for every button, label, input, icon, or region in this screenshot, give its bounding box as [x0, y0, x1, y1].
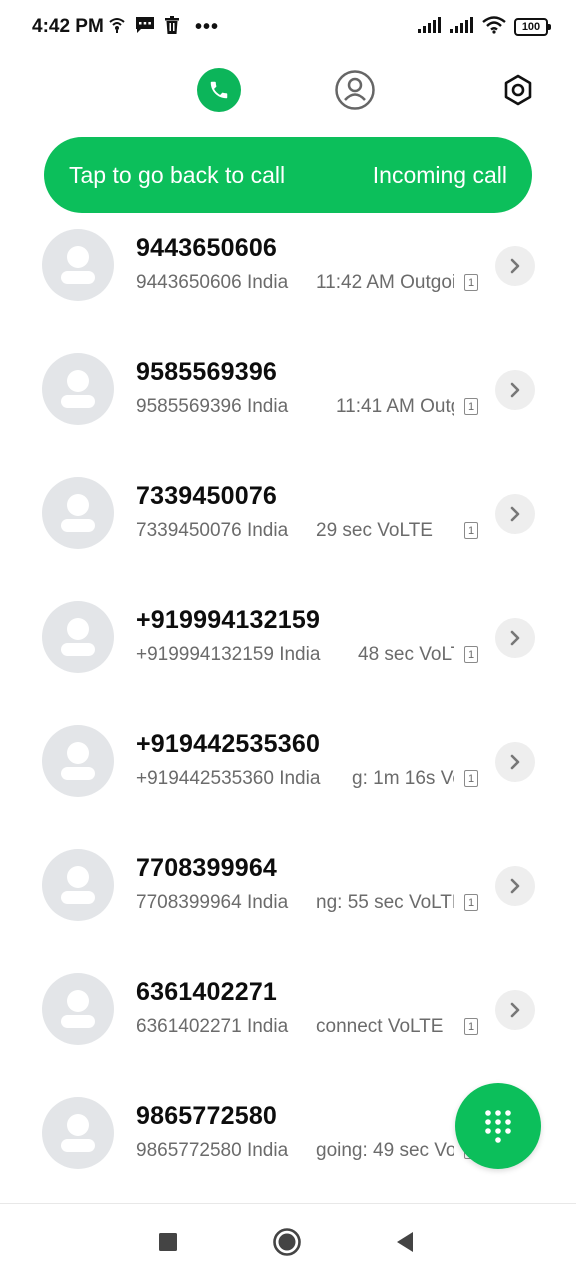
- banner-incoming-call-label: Incoming call: [372, 161, 507, 188]
- call-log-row[interactable]: 9585569396 9585569396 India 11:41 AM Out…: [0, 344, 576, 468]
- call-detail: 11:41 AM Outgoing: [336, 396, 454, 417]
- avatar: [42, 973, 114, 1045]
- call-details-button[interactable]: [495, 246, 535, 286]
- more-notifications-icon: •••: [195, 16, 220, 38]
- return-to-call-banner[interactable]: Tap to go back to call Incoming call: [44, 137, 532, 213]
- call-detail: 48 sec VoLTE: [358, 644, 454, 665]
- call-log-row[interactable]: 6361402271 6361402271 India connect VoLT…: [0, 964, 576, 1088]
- caller-number-region: 9585569396 India: [136, 396, 289, 417]
- avatar: [42, 477, 114, 549]
- caller-number-region: 7708399964 India: [136, 892, 289, 913]
- recents-square-icon: [159, 1233, 177, 1251]
- sim-icon: 1: [464, 646, 478, 663]
- banner-back-to-call-label: Tap to go back to call: [69, 161, 286, 188]
- call-detail: 11:42 AM Outgoing: [316, 272, 454, 293]
- avatar: [42, 353, 114, 425]
- chevron-right-icon: [510, 506, 520, 522]
- caller-name: +919442535360: [136, 730, 321, 758]
- avatar: [42, 601, 114, 673]
- phone-icon: [210, 81, 228, 99]
- chevron-right-icon: [510, 382, 520, 398]
- signal-icon-2: [450, 16, 474, 38]
- chevron-right-icon: [510, 754, 520, 770]
- status-icons-left: •••: [108, 14, 219, 40]
- tab-contacts[interactable]: [333, 68, 377, 112]
- avatar: [42, 849, 114, 921]
- status-time: 4:42 PM: [32, 16, 104, 37]
- call-details-button[interactable]: [495, 990, 535, 1030]
- sim-icon: 1: [464, 894, 478, 911]
- caller-name: 9865772580: [136, 1102, 278, 1130]
- tab-settings[interactable]: [496, 68, 540, 112]
- call-details-button[interactable]: [495, 618, 535, 658]
- call-log-list: 9443650606 9443650606 India 11:42 AM Out…: [0, 220, 576, 1200]
- back-triangle-icon: [397, 1232, 413, 1252]
- call-log-row[interactable]: 7339450076 7339450076 India 29 sec VoLTE…: [0, 468, 576, 592]
- back-button[interactable]: [389, 1226, 421, 1258]
- settings-icon: [504, 74, 532, 106]
- status-icons-right: 100: [418, 14, 551, 40]
- trash-icon: [164, 15, 180, 39]
- home-button[interactable]: [271, 1226, 303, 1258]
- call-details-button[interactable]: [495, 370, 535, 410]
- chevron-right-icon: [510, 1002, 520, 1018]
- top-tab-bar: [0, 68, 576, 114]
- caller-number-region: 9865772580 India: [136, 1140, 289, 1161]
- call-details-button[interactable]: [495, 742, 535, 782]
- sim-icon: 1: [464, 274, 478, 291]
- wifi-icon: [482, 15, 506, 39]
- call-detail: connect VoLTE: [316, 1016, 444, 1037]
- sim-icon: 1: [464, 770, 478, 787]
- chevron-right-icon: [510, 258, 520, 274]
- call-details-button[interactable]: [495, 494, 535, 534]
- caller-number-region: 6361402271 India: [136, 1016, 289, 1037]
- caller-number-region: +919442535360 India: [136, 768, 321, 789]
- caller-number-region: +919994132159 India: [136, 644, 321, 665]
- wifi-call-icon: [108, 16, 126, 39]
- home-circle-icon: [273, 1228, 301, 1256]
- chevron-right-icon: [510, 630, 520, 646]
- tab-phone[interactable]: [197, 68, 241, 112]
- call-detail: going: 49 sec VoLTE: [316, 1140, 454, 1161]
- recents-button[interactable]: [152, 1226, 184, 1258]
- system-nav-bar: [0, 1203, 576, 1281]
- battery-icon: 100: [514, 18, 551, 36]
- dialpad-button[interactable]: [455, 1083, 541, 1169]
- call-log-row[interactable]: 7708399964 7708399964 India ng: 55 sec V…: [0, 840, 576, 964]
- chevron-right-icon: [510, 878, 520, 894]
- caller-name: 7339450076: [136, 482, 278, 510]
- avatar: [42, 1097, 114, 1169]
- sim-icon: 1: [464, 398, 478, 415]
- call-details-button[interactable]: [495, 866, 535, 906]
- caller-number-region: 7339450076 India: [136, 520, 289, 541]
- caller-name: 9585569396: [136, 358, 278, 386]
- message-icon: [135, 16, 155, 39]
- caller-name: 9443650606: [136, 234, 278, 262]
- caller-name: 6361402271: [136, 978, 278, 1006]
- avatar: [42, 725, 114, 797]
- call-log-row[interactable]: +919994132159 +919994132159 India 48 sec…: [0, 592, 576, 716]
- contacts-icon: [335, 70, 375, 110]
- status-bar: 4:42 PM ••• 100: [0, 0, 576, 56]
- call-detail: ng: 55 sec VoLTE: [316, 892, 454, 913]
- dialpad-icon: [485, 1110, 511, 1143]
- sim-icon: 1: [464, 522, 478, 539]
- call-detail: 29 sec VoLTE: [316, 520, 433, 541]
- sim-icon: 1: [464, 1018, 478, 1035]
- caller-name: 7708399964: [136, 854, 278, 882]
- caller-number-region: 9443650606 India: [136, 272, 289, 293]
- call-log-row[interactable]: +919442535360 +919442535360 India g: 1m …: [0, 716, 576, 840]
- call-log-row[interactable]: 9443650606 9443650606 India 11:42 AM Out…: [0, 220, 576, 344]
- signal-icon-1: [418, 16, 442, 38]
- caller-name: +919994132159: [136, 606, 321, 634]
- call-detail: g: 1m 16s VoLTE: [352, 768, 454, 789]
- avatar: [42, 229, 114, 301]
